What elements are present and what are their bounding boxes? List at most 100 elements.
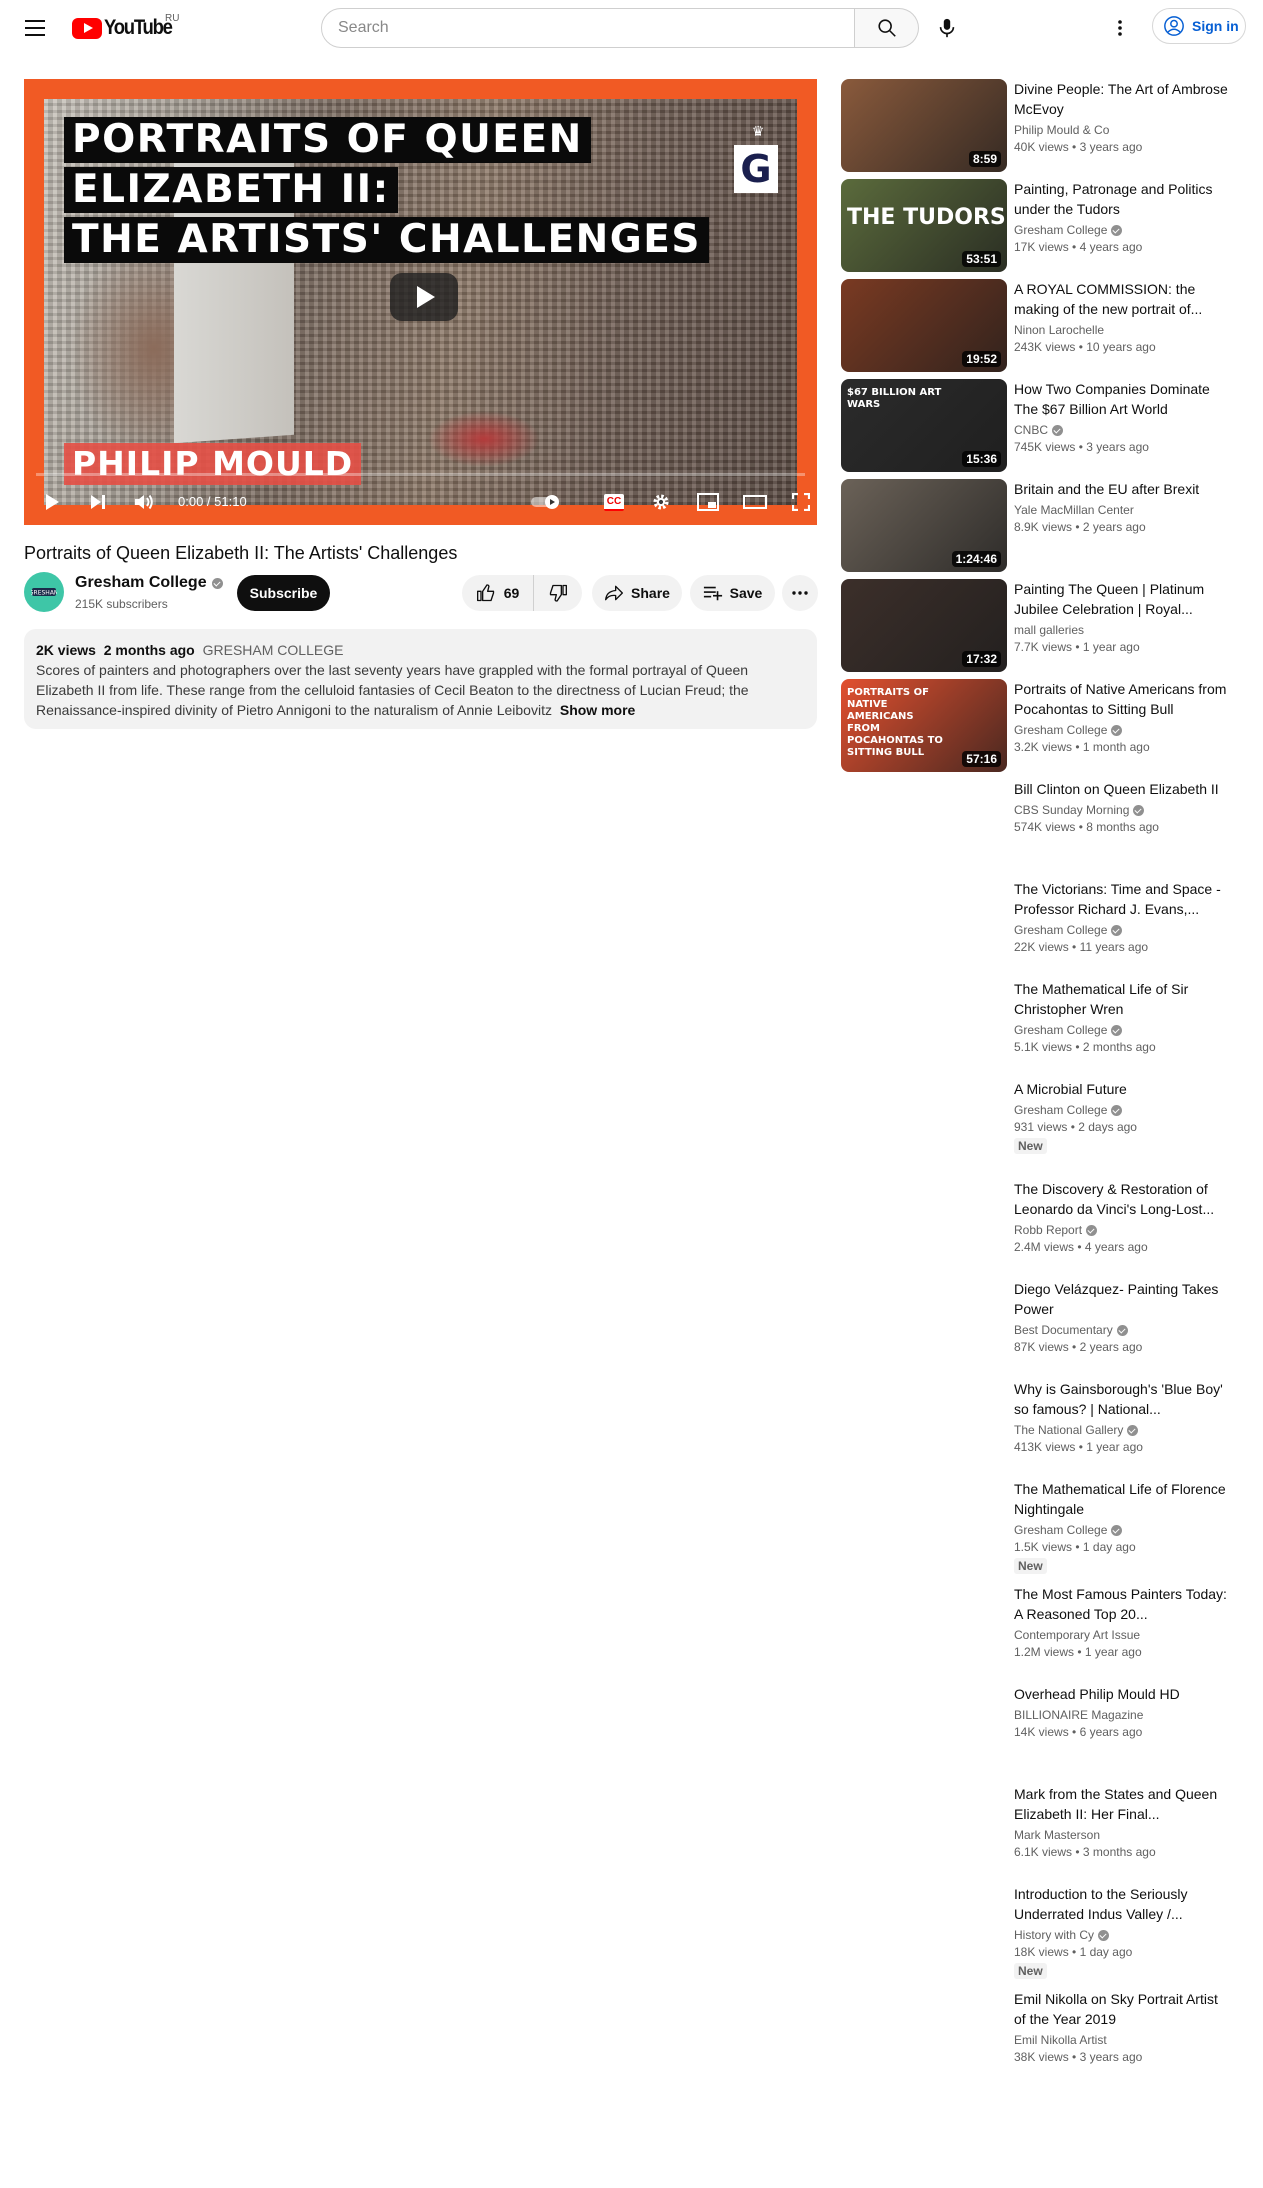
related-video-item[interactable]: 17:32 Painting The Queen | Platinum Jubi… [841, 579, 1241, 673]
channel-name[interactable]: Mark Masterson [1014, 1827, 1229, 1843]
video-title[interactable]: Diego Velázquez- Painting Takes Power [1014, 1279, 1229, 1319]
video-title[interactable]: How Two Companies Dominate The $67 Billi… [1014, 379, 1229, 419]
autoplay-toggle[interactable] [526, 479, 570, 525]
more-actions-button[interactable] [782, 575, 818, 611]
video-thumbnail[interactable]: 17:32 [841, 579, 1007, 672]
voice-search-button[interactable] [927, 8, 967, 48]
channel-name[interactable]: Contemporary Art Issue [1014, 1627, 1229, 1643]
related-video-item[interactable]: Bill Clinton on Queen Elizabeth II CBS S… [841, 779, 1241, 873]
next-button[interactable] [78, 479, 118, 525]
upload-age: 3 years ago [1079, 140, 1143, 154]
video-title[interactable]: Overhead Philip Mould HD [1014, 1684, 1229, 1704]
view-count: 5.1K views [1014, 1040, 1073, 1054]
video-title[interactable]: Bill Clinton on Queen Elizabeth II [1014, 779, 1229, 799]
video-title[interactable]: The Mathematical Life of Florence Nighti… [1014, 1479, 1229, 1519]
miniplayer-button[interactable] [688, 479, 728, 525]
video-thumbnail[interactable]: $67 BILLION ART WARS 15:36 [841, 379, 1007, 472]
related-video-item[interactable]: $67 BILLION ART WARS 15:36 How Two Compa… [841, 379, 1241, 473]
settings-menu-button[interactable] [1100, 8, 1140, 48]
channel-name[interactable]: Yale MacMillan Center [1014, 502, 1229, 518]
related-video-item[interactable]: The Victorians: Time and Space - Profess… [841, 879, 1241, 973]
video-title[interactable]: Why is Gainsborough's 'Blue Boy' so famo… [1014, 1379, 1229, 1419]
share-button[interactable]: Share [592, 575, 682, 611]
related-video-item[interactable]: 19:52 A ROYAL COMMISSION: the making of … [841, 279, 1241, 373]
large-play-button[interactable] [390, 273, 458, 321]
channel-name[interactable]: BILLIONAIRE Magazine [1014, 1707, 1229, 1723]
related-video-item[interactable]: THE TUDORS 53:51 Painting, Patronage and… [841, 179, 1241, 273]
settings-button[interactable] [641, 479, 681, 525]
subtitles-button[interactable]: CC [594, 479, 634, 525]
channel-name[interactable]: Robb Report [1014, 1222, 1229, 1238]
video-title[interactable]: The Most Famous Painters Today: A Reason… [1014, 1584, 1229, 1624]
channel-name[interactable]: Gresham College [1014, 722, 1229, 738]
related-video-item[interactable]: The Mathematical Life of Sir Christopher… [841, 979, 1241, 1073]
menu-icon[interactable] [20, 14, 50, 42]
channel-name[interactable]: CBS Sunday Morning [1014, 802, 1229, 818]
video-thumbnail[interactable]: 8:59 [841, 79, 1007, 172]
search-input[interactable]: Search [321, 8, 855, 48]
video-title[interactable]: Emil Nikolla on Sky Portrait Artist of t… [1014, 1989, 1229, 2029]
channel-name[interactable]: Emil Nikolla Artist [1014, 2032, 1229, 2048]
channel-name[interactable]: mall galleries [1014, 622, 1229, 638]
video-title[interactable]: The Victorians: Time and Space - Profess… [1014, 879, 1229, 919]
related-video-item[interactable]: Introduction to the Seriously Underrated… [841, 1884, 1241, 1979]
volume-button[interactable] [124, 479, 164, 525]
video-title[interactable]: Divine People: The Art of Ambrose McEvoy [1014, 79, 1229, 119]
video-thumbnail[interactable]: 1:24:46 [841, 479, 1007, 572]
video-title[interactable]: The Discovery & Restoration of Leonardo … [1014, 1179, 1229, 1219]
video-thumbnail[interactable]: PORTRAITS OF NATIVE AMERICANS FROM POCAH… [841, 679, 1007, 772]
video-title[interactable]: Painting The Queen | Platinum Jubilee Ce… [1014, 579, 1229, 619]
video-title[interactable]: Mark from the States and Queen Elizabeth… [1014, 1784, 1229, 1824]
video-thumbnail[interactable]: THE TUDORS 53:51 [841, 179, 1007, 272]
play-button[interactable] [32, 479, 72, 525]
related-video-item[interactable]: The Most Famous Painters Today: A Reason… [841, 1584, 1241, 1678]
related-video-item[interactable]: A Microbial Future Gresham College 931 v… [841, 1079, 1241, 1173]
related-video-item[interactable]: Diego Velázquez- Painting Takes Power Be… [841, 1279, 1241, 1373]
video-title[interactable]: Portraits of Native Americans from Pocah… [1014, 679, 1229, 719]
channel-avatar[interactable]: GRESHAM [24, 572, 64, 612]
related-video-item[interactable]: Mark from the States and Queen Elizabeth… [841, 1784, 1241, 1878]
video-title[interactable]: Painting, Patronage and Politics under t… [1014, 179, 1229, 219]
subscribe-button[interactable]: Subscribe [237, 575, 330, 611]
channel-name[interactable]: Gresham College [1014, 1522, 1229, 1538]
dislike-button[interactable] [534, 575, 582, 611]
related-video-item[interactable]: The Discovery & Restoration of Leonardo … [841, 1179, 1241, 1273]
channel-name[interactable]: Gresham College [1014, 1102, 1229, 1118]
save-button[interactable]: Save [690, 575, 775, 611]
related-video-item[interactable]: Overhead Philip Mould HD BILLIONAIRE Mag… [841, 1684, 1241, 1778]
related-video-item[interactable]: 8:59 Divine People: The Art of Ambrose M… [841, 79, 1241, 173]
video-details: Divine People: The Art of Ambrose McEvoy… [1014, 79, 1229, 156]
theater-mode-button[interactable] [735, 479, 775, 525]
fullscreen-button[interactable] [781, 479, 817, 525]
sign-in-button[interactable]: Sign in [1152, 8, 1246, 44]
channel-name[interactable]: Gresham College [1014, 1022, 1229, 1038]
video-title[interactable]: The Mathematical Life of Sir Christopher… [1014, 979, 1229, 1019]
show-more-button[interactable]: Show more [560, 702, 635, 718]
video-title[interactable]: Britain and the EU after Brexit [1014, 479, 1229, 499]
progress-bar[interactable] [36, 473, 805, 476]
description-box[interactable]: 2K views 2 months ago GRESHAM COLLEGE Sc… [24, 629, 817, 729]
like-button[interactable]: 69 [462, 575, 534, 611]
search-button[interactable] [855, 8, 919, 48]
channel-name[interactable]: Ninon Larochelle [1014, 322, 1229, 338]
related-video-item[interactable]: 1:24:46 Britain and the EU after Brexit … [841, 479, 1241, 573]
related-video-item[interactable]: Why is Gainsborough's 'Blue Boy' so famo… [841, 1379, 1241, 1473]
channel-name[interactable]: Gresham College [1014, 922, 1229, 938]
description-text-block: Scores of painters and photographers ove… [36, 660, 805, 720]
related-video-item[interactable]: PORTRAITS OF NATIVE AMERICANS FROM POCAH… [841, 679, 1241, 773]
video-title[interactable]: Introduction to the Seriously Underrated… [1014, 1884, 1229, 1924]
channel-name[interactable]: Gresham College [75, 574, 223, 592]
channel-name[interactable]: The National Gallery [1014, 1422, 1229, 1438]
channel-name[interactable]: Philip Mould & Co [1014, 122, 1229, 138]
video-thumbnail[interactable]: 19:52 [841, 279, 1007, 372]
channel-name[interactable]: Gresham College [1014, 222, 1229, 238]
video-player[interactable]: PORTRAITS OF QUEEN ELIZABETH II: THE ART… [24, 79, 817, 525]
related-video-item[interactable]: Emil Nikolla on Sky Portrait Artist of t… [841, 1989, 1241, 2083]
channel-name[interactable]: CNBC [1014, 422, 1229, 438]
channel-name[interactable]: History with Cy [1014, 1927, 1229, 1943]
related-video-item[interactable]: The Mathematical Life of Florence Nighti… [841, 1479, 1241, 1574]
video-title[interactable]: A Microbial Future [1014, 1079, 1229, 1099]
video-title[interactable]: A ROYAL COMMISSION: the making of the ne… [1014, 279, 1229, 319]
channel-name[interactable]: Best Documentary [1014, 1322, 1229, 1338]
description-tag[interactable]: GRESHAM COLLEGE [203, 642, 344, 658]
